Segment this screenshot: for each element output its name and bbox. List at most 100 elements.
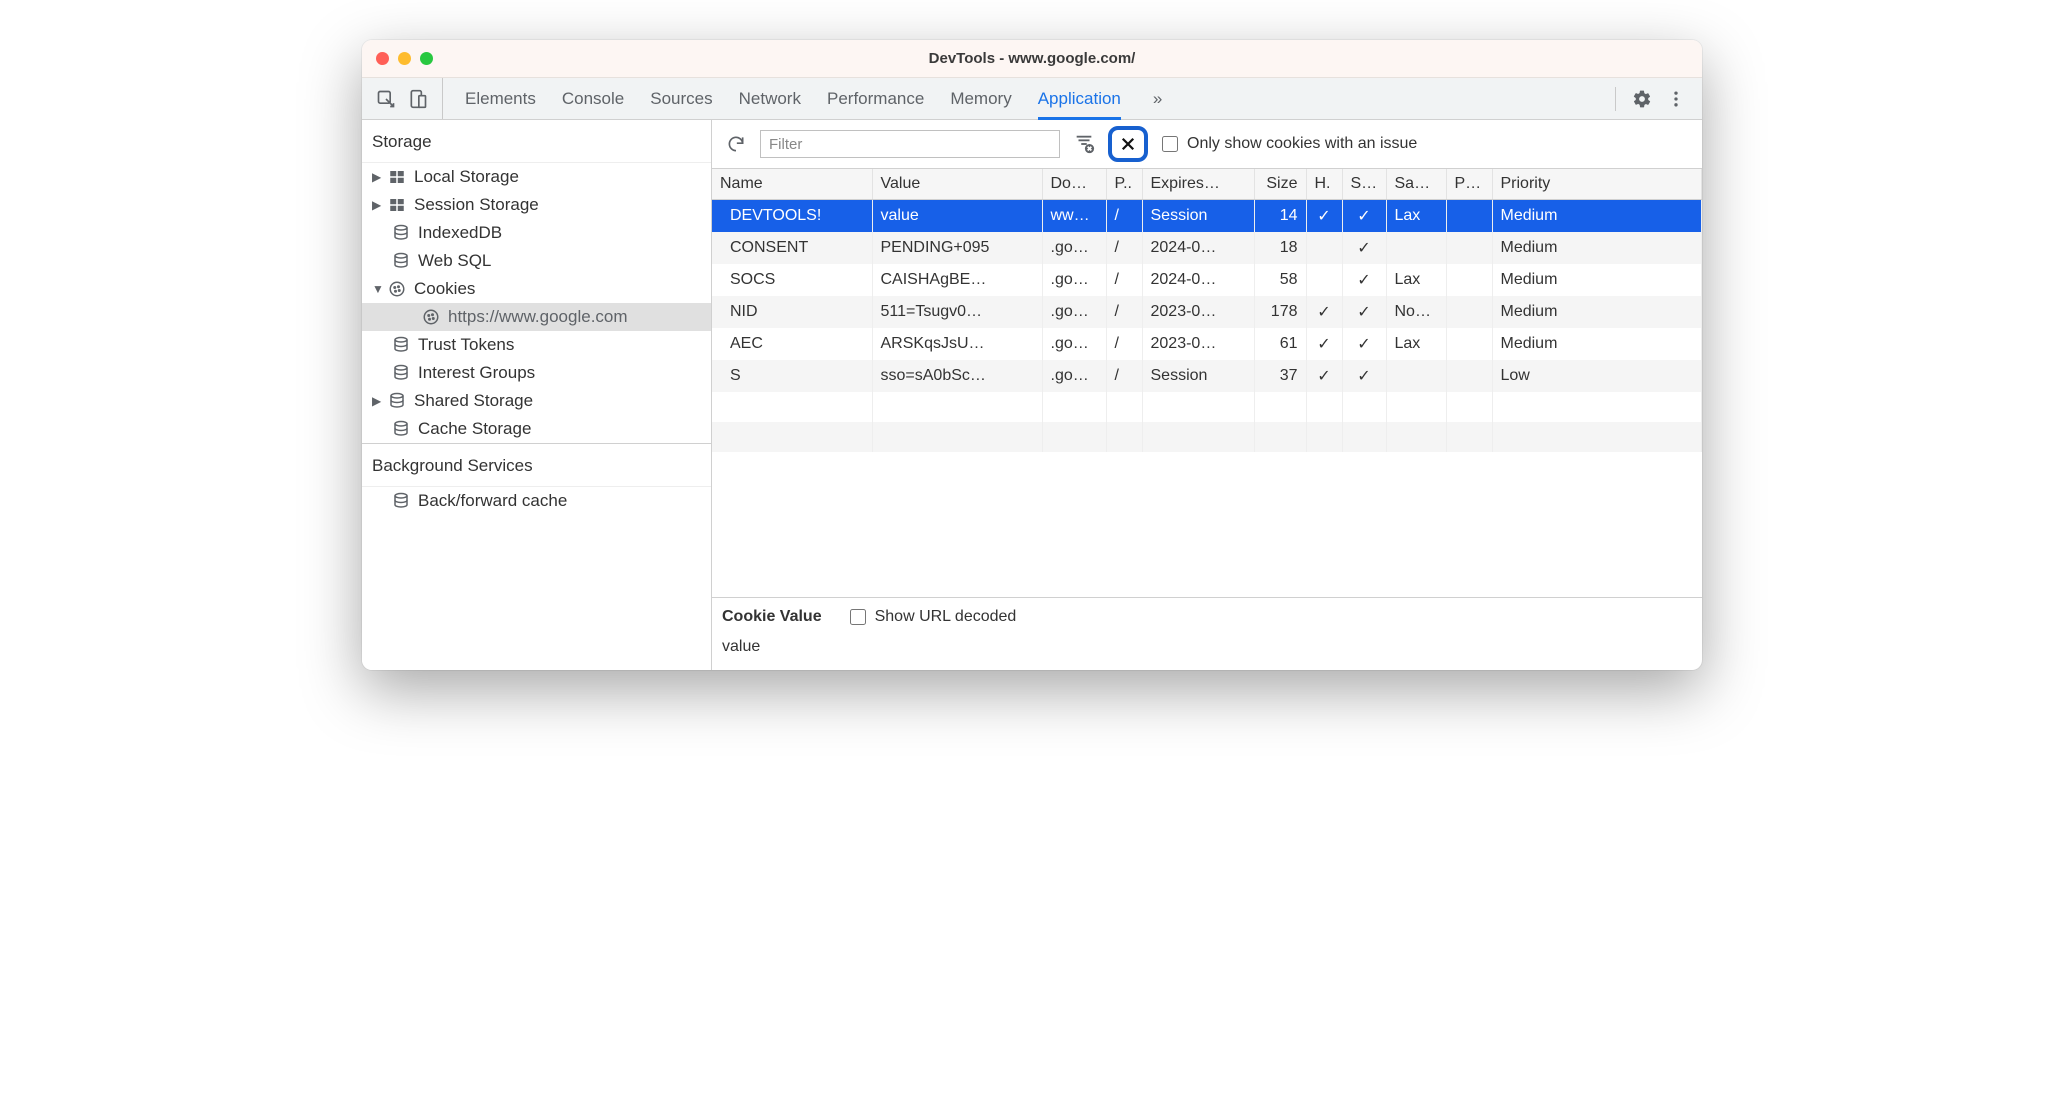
col-path[interactable]: P.. — [1106, 169, 1142, 200]
cell-size: 37 — [1254, 360, 1306, 392]
col-httponly[interactable]: H. — [1306, 169, 1342, 200]
sidebar-item-session-storage[interactable]: ▶ Session Storage — [362, 191, 711, 219]
sidebar-section-services: Background Services — [362, 443, 711, 487]
only-issues-label: Only show cookies with an issue — [1187, 135, 1417, 153]
tab-elements[interactable]: Elements — [465, 78, 536, 119]
cell-name: NID — [712, 296, 872, 328]
sidebar-item-bf-cache[interactable]: Back/forward cache — [362, 487, 711, 515]
sidebar-item-indexeddb[interactable]: IndexedDB — [362, 219, 711, 247]
cell-size: 61 — [1254, 328, 1306, 360]
cell-secure: ✓ — [1342, 328, 1386, 360]
sidebar-item-label: Interest Groups — [418, 363, 535, 383]
sidebar-item-interest-groups[interactable]: Interest Groups — [362, 359, 711, 387]
col-partition[interactable]: P… — [1446, 169, 1492, 200]
col-priority[interactable]: Priority — [1492, 169, 1702, 200]
cell-value: value — [872, 200, 1042, 233]
col-domain[interactable]: Do… — [1042, 169, 1106, 200]
filter-input[interactable] — [760, 130, 1060, 158]
cell-value: 511=Tsugv0… — [872, 296, 1042, 328]
tab-memory[interactable]: Memory — [950, 78, 1011, 119]
table-icon — [388, 196, 408, 214]
col-value[interactable]: Value — [872, 169, 1042, 200]
col-size[interactable]: Size — [1254, 169, 1306, 200]
tab-performance[interactable]: Performance — [827, 78, 924, 119]
cell-samesite — [1386, 232, 1446, 264]
tabs-overflow[interactable]: » — [1153, 78, 1162, 119]
sidebar-item-local-storage[interactable]: ▶ Local Storage — [362, 163, 711, 191]
cell-expires: Session — [1142, 200, 1254, 233]
cell-domain: .go… — [1042, 296, 1106, 328]
table-row[interactable]: SOCSCAISHAgBE….go…/2024-0…58✓LaxMedium — [712, 264, 1702, 296]
sidebar-item-label: Session Storage — [414, 195, 539, 215]
database-icon — [388, 392, 408, 410]
cell-priority: Low — [1492, 360, 1702, 392]
sidebar-item-cache-storage[interactable]: Cache Storage — [362, 415, 711, 443]
cell-partition — [1446, 360, 1492, 392]
url-decoded-checkbox[interactable]: Show URL decoded — [846, 606, 1017, 628]
url-decoded-label: Show URL decoded — [875, 608, 1017, 626]
col-secure[interactable]: S… — [1342, 169, 1386, 200]
devtools-window: DevTools - www.google.com/ Elements Cons… — [362, 40, 1702, 670]
cell-priority: Medium — [1492, 200, 1702, 233]
device-toolbar-icon[interactable] — [404, 85, 432, 113]
tab-sources[interactable]: Sources — [650, 78, 712, 119]
database-icon — [392, 420, 412, 438]
sidebar-item-cookies[interactable]: ▼ Cookies — [362, 275, 711, 303]
cell-expires: 2024-0… — [1142, 264, 1254, 296]
panel-tabs: Elements Console Sources Network Perform… — [443, 78, 1162, 119]
expand-icon: ▶ — [372, 170, 382, 184]
sidebar-item-label: IndexedDB — [418, 223, 502, 243]
kebab-menu-icon[interactable] — [1662, 85, 1690, 113]
cell-samesite: Lax — [1386, 264, 1446, 296]
only-issues-checkbox-input[interactable] — [1162, 136, 1178, 152]
cell-size: 58 — [1254, 264, 1306, 296]
clear-filter-icon[interactable] — [1070, 130, 1098, 158]
sidebar-item-trust-tokens[interactable]: Trust Tokens — [362, 331, 711, 359]
clear-all-button[interactable] — [1108, 126, 1148, 162]
only-issues-checkbox[interactable]: Only show cookies with an issue — [1158, 133, 1417, 155]
cell-priority: Medium — [1492, 232, 1702, 264]
cell-path: / — [1106, 200, 1142, 233]
settings-icon[interactable] — [1628, 85, 1656, 113]
table-row[interactable]: DEVTOOLS!valueww…/Session14✓✓LaxMedium — [712, 200, 1702, 233]
cell-value: CAISHAgBE… — [872, 264, 1042, 296]
table-row[interactable]: AECARSKqsJsU….go…/2023-0…61✓✓LaxMedium — [712, 328, 1702, 360]
cell-name: S — [712, 360, 872, 392]
sidebar-item-cookies-domain[interactable]: https://www.google.com — [362, 303, 711, 331]
tab-application[interactable]: Application — [1038, 78, 1121, 119]
sidebar-item-label: Back/forward cache — [418, 491, 567, 511]
cookies-table-wrap[interactable]: Name Value Do… P.. Expires… Size H. S… S… — [712, 169, 1702, 597]
minimize-window-button[interactable] — [398, 52, 411, 65]
tab-console[interactable]: Console — [562, 78, 624, 119]
sidebar-item-label: https://www.google.com — [448, 307, 628, 327]
close-window-button[interactable] — [376, 52, 389, 65]
table-row[interactable]: Ssso=sA0bSc….go…/Session37✓✓Low — [712, 360, 1702, 392]
cell-name: AEC — [712, 328, 872, 360]
database-icon — [392, 492, 412, 510]
sidebar-item-web-sql[interactable]: Web SQL — [362, 247, 711, 275]
cookie-value-title: Cookie Value — [722, 608, 822, 626]
cell-httponly: ✓ — [1306, 328, 1342, 360]
table-row[interactable]: CONSENTPENDING+095.go…/2024-0…18✓Medium — [712, 232, 1702, 264]
col-name[interactable]: Name — [712, 169, 872, 200]
cell-httponly: ✓ — [1306, 296, 1342, 328]
cell-samesite: No… — [1386, 296, 1446, 328]
cell-samesite: Lax — [1386, 328, 1446, 360]
inspect-element-icon[interactable] — [372, 85, 400, 113]
refresh-icon[interactable] — [722, 130, 750, 158]
cookies-panel: Only show cookies with an issue Name Val… — [712, 120, 1702, 670]
cell-domain: .go… — [1042, 264, 1106, 296]
cell-expires: 2023-0… — [1142, 296, 1254, 328]
url-decoded-checkbox-input[interactable] — [850, 609, 866, 625]
maximize-window-button[interactable] — [420, 52, 433, 65]
titlebar: DevTools - www.google.com/ — [362, 40, 1702, 78]
cell-partition — [1446, 200, 1492, 233]
cell-samesite: Lax — [1386, 200, 1446, 233]
table-row-empty — [712, 392, 1702, 422]
col-samesite[interactable]: Sa… — [1386, 169, 1446, 200]
sidebar-item-label: Local Storage — [414, 167, 519, 187]
tab-network[interactable]: Network — [739, 78, 801, 119]
sidebar-item-shared-storage[interactable]: ▶ Shared Storage — [362, 387, 711, 415]
col-expires[interactable]: Expires… — [1142, 169, 1254, 200]
table-row[interactable]: NID511=Tsugv0….go…/2023-0…178✓✓No…Medium — [712, 296, 1702, 328]
